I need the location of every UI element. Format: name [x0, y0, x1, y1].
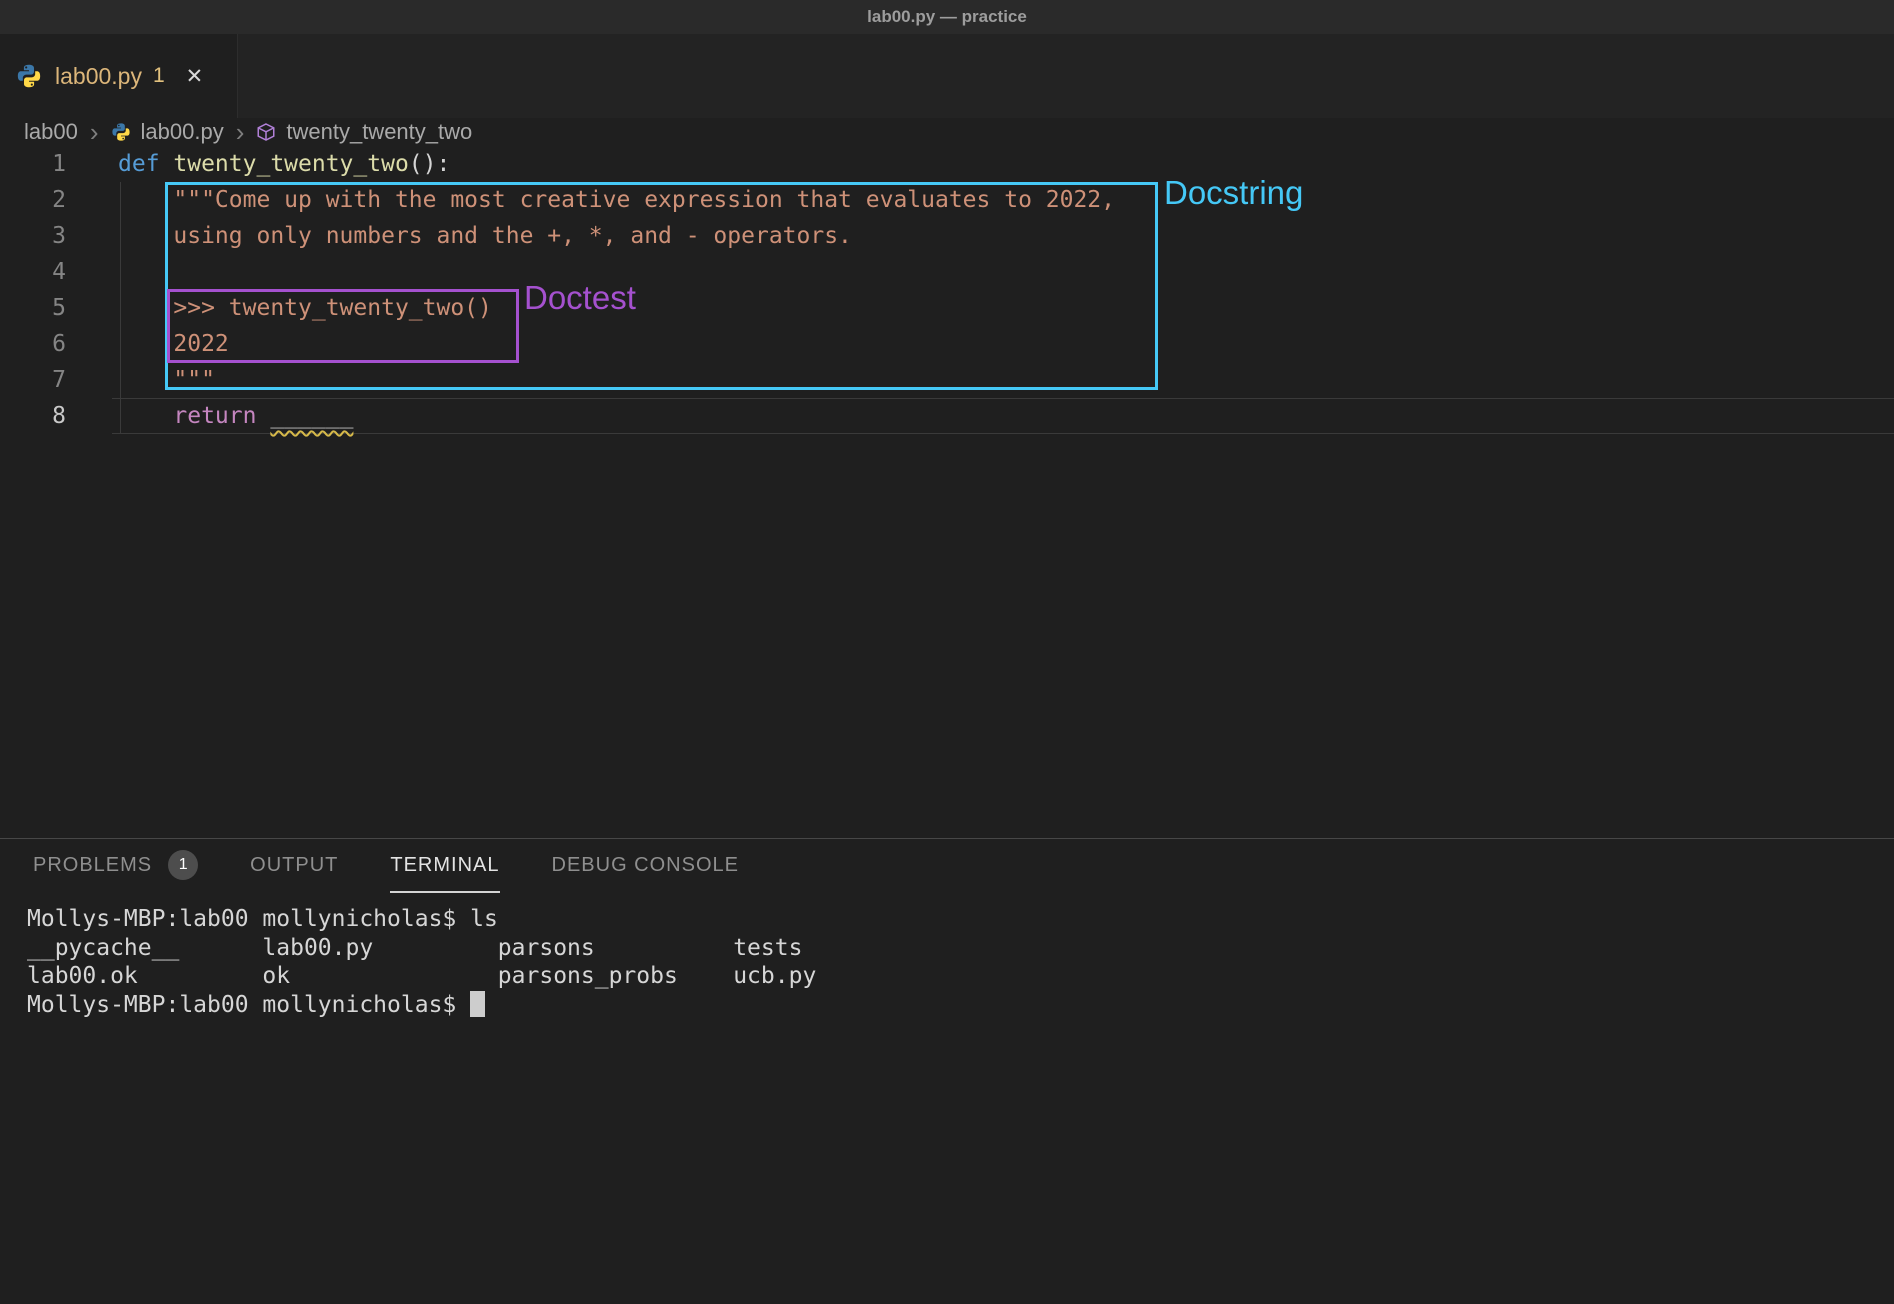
panel-tab-output[interactable]: OUTPUT	[250, 839, 338, 893]
panel-tab-label: TERMINAL	[390, 854, 499, 877]
titlebar: lab00.py — practice	[0, 0, 1894, 34]
terminal-line: Mollys-MBP:lab00 mollynicholas$	[27, 991, 1894, 1020]
terminal-line: lab00.ok ok parsons_probs ucb.py	[27, 962, 1894, 991]
code-text: return ______	[118, 398, 353, 434]
terminal-line: __pycache__ lab00.py parsons tests	[27, 934, 1894, 963]
code-line-8: 8 return ______	[0, 398, 1894, 434]
code-text: def twenty_twenty_two():	[118, 146, 450, 182]
bottom-panel: PROBLEMS 1 OUTPUT TERMINAL DEBUG CONSOLE…	[0, 838, 1894, 1304]
panel-tab-bar: PROBLEMS 1 OUTPUT TERMINAL DEBUG CONSOLE	[0, 839, 1894, 893]
code-line-7: 7 """	[0, 362, 1894, 398]
breadcrumb: lab00 › lab00.py › twenty_twenty_two	[0, 118, 1894, 146]
panel-tab-terminal[interactable]: TERMINAL	[390, 839, 499, 893]
code-text: 2022	[118, 326, 229, 362]
breadcrumb-item-file[interactable]: lab00.py	[141, 119, 224, 145]
code-editor[interactable]: 1 def twenty_twenty_two(): 2 """Come up …	[0, 146, 1894, 838]
panel-tab-problems[interactable]: PROBLEMS 1	[33, 839, 198, 893]
line-number: 8	[0, 398, 66, 434]
terminal-cursor	[470, 991, 485, 1017]
close-icon[interactable]: ✕	[186, 66, 204, 87]
breadcrumb-item-symbol[interactable]: twenty_twenty_two	[286, 119, 472, 145]
python-icon	[16, 63, 42, 89]
code-line-3: 3 using only numbers and the +, *, and -…	[0, 218, 1894, 254]
chevron-right-icon: ›	[234, 119, 247, 145]
terminal-output[interactable]: Mollys-MBP:lab00 mollynicholas$ ls __pyc…	[0, 893, 1894, 1019]
tab-bar: lab00.py 1 ✕	[0, 34, 1894, 118]
line-number: 1	[0, 146, 66, 182]
window-title: lab00.py — practice	[867, 7, 1027, 27]
warning-squiggle-blank: ______	[270, 403, 353, 429]
code-line-2: 2 """Come up with the most creative expr…	[0, 182, 1894, 218]
python-icon	[111, 122, 131, 142]
code-line-1: 1 def twenty_twenty_two():	[0, 146, 1894, 182]
terminal-prompt: Mollys-MBP:lab00 mollynicholas$	[27, 992, 470, 1018]
chevron-right-icon: ›	[88, 119, 101, 145]
problems-count-badge: 1	[168, 850, 198, 880]
tab-filename: lab00.py	[55, 63, 142, 90]
panel-tab-label: PROBLEMS	[33, 854, 152, 877]
line-number: 2	[0, 182, 66, 218]
panel-tab-debug-console[interactable]: DEBUG CONSOLE	[552, 839, 739, 893]
panel-tab-label: OUTPUT	[250, 854, 338, 877]
line-number: 3	[0, 218, 66, 254]
line-number: 6	[0, 326, 66, 362]
code-line-5: 5 >>> twenty_twenty_two()	[0, 290, 1894, 326]
breadcrumb-item-folder[interactable]: lab00	[24, 119, 78, 145]
tab-modified-count: 1	[153, 64, 165, 88]
code-text: >>> twenty_twenty_two()	[118, 290, 492, 326]
code-line-6: 6 2022	[0, 326, 1894, 362]
panel-tab-label: DEBUG CONSOLE	[552, 854, 739, 877]
code-text: """Come up with the most creative expres…	[118, 182, 1115, 218]
line-number: 4	[0, 254, 66, 290]
symbol-cube-icon	[256, 122, 276, 142]
line-number: 7	[0, 362, 66, 398]
line-number: 5	[0, 290, 66, 326]
code-text: using only numbers and the +, *, and - o…	[118, 218, 852, 254]
code-line-4: 4	[0, 254, 1894, 290]
code-text: """	[118, 362, 215, 398]
tab-lab00py[interactable]: lab00.py 1 ✕	[0, 34, 238, 118]
terminal-line: Mollys-MBP:lab00 mollynicholas$ ls	[27, 905, 1894, 934]
